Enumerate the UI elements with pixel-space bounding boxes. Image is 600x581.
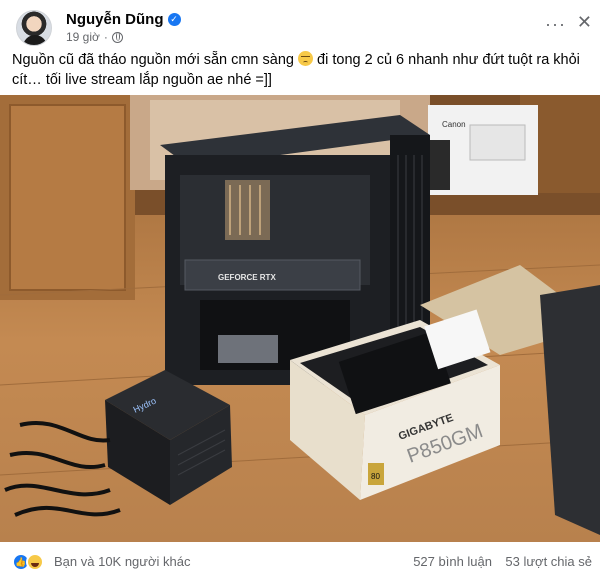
gpu-label: GEFORCE RTX <box>218 273 276 282</box>
verified-badge-icon: ✓ <box>167 13 181 26</box>
facebook-post: Nguyễn Dũng ✓ 19 giờ · ··· ✕ Nguồn cũ đã… <box>0 0 600 581</box>
globe-icon <box>111 31 123 43</box>
comments-count[interactable]: 527 bình luận <box>413 554 492 569</box>
new-psu-badge: 80 <box>371 472 380 481</box>
post-text: Nguồn cũ đã tháo nguồn mới sẵn cmn sàng … <box>12 50 592 90</box>
shares-count[interactable]: 53 lượt chia sẻ <box>505 554 592 569</box>
author-name[interactable]: Nguyễn Dũng <box>66 11 164 28</box>
haha-reaction-icon <box>26 553 44 571</box>
more-options-icon[interactable]: ··· <box>545 14 566 35</box>
svg-text:Canon: Canon <box>442 120 466 129</box>
avatar[interactable] <box>16 10 52 46</box>
reactions[interactable]: 👍 <box>12 553 44 571</box>
post-time[interactable]: 19 giờ <box>66 30 100 44</box>
post-footer: 👍 Bạn và 10K người khác 527 bình luận 53… <box>12 551 592 575</box>
post-photo[interactable]: Canon GEFORCE RTX Hydro P850GM 80 <box>0 95 600 542</box>
post-text-part1: Nguồn cũ đã tháo nguồn mới sẵn cmn sàng <box>12 52 294 68</box>
close-icon[interactable]: ✕ <box>577 12 592 33</box>
post-header: Nguyễn Dũng ✓ 19 giờ · ··· ✕ <box>12 8 592 48</box>
reactions-label[interactable]: Bạn và 10K người khác <box>54 554 190 569</box>
sad-face-emoji <box>298 51 313 66</box>
